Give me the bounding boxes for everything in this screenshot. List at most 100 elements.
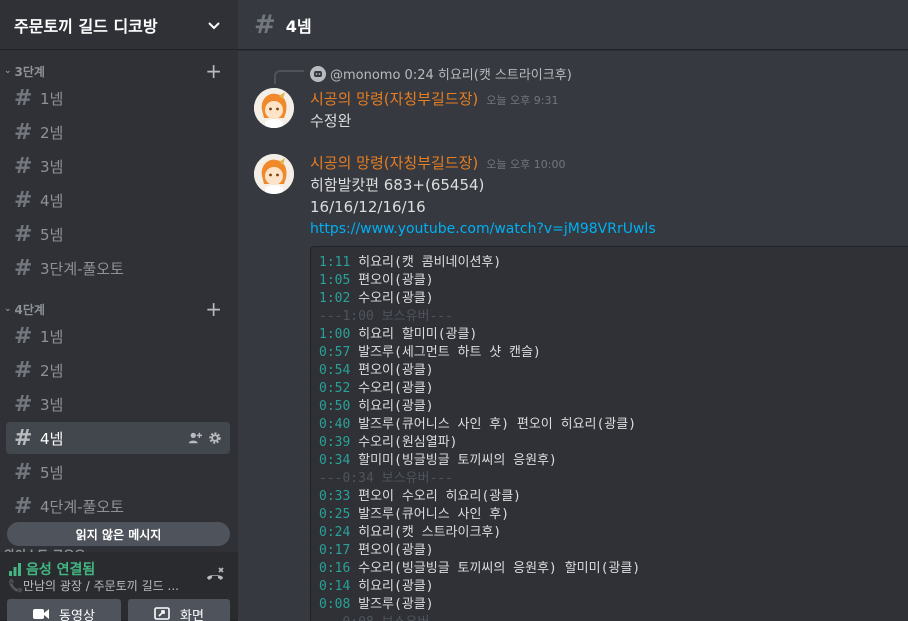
code-time: 0:57 bbox=[319, 345, 351, 360]
message-text: 히함발캇편 683+(65454) bbox=[310, 176, 485, 194]
channel-header: # 4넴 bbox=[238, 0, 908, 50]
phone-icon: 📞 bbox=[8, 579, 23, 593]
channel-item[interactable]: #3단계-풀오토 bbox=[6, 252, 230, 284]
code-text: 히요리(광클) bbox=[350, 579, 434, 594]
guild-name: 주문토끼 길드 디코방 bbox=[14, 16, 158, 36]
category-header[interactable]: ⌄ 4단계 + bbox=[0, 298, 238, 320]
text-channel-icon: # bbox=[14, 187, 33, 213]
text-channel-icon: # bbox=[14, 153, 33, 179]
code-time: 0:39 bbox=[319, 435, 351, 450]
avatar[interactable] bbox=[254, 154, 294, 194]
discord-logo-icon bbox=[310, 65, 326, 82]
avatar[interactable] bbox=[254, 88, 294, 128]
channel-item[interactable]: #2넴 bbox=[6, 354, 230, 386]
username[interactable]: 시공의 망령(자칭부길드장) bbox=[310, 152, 478, 173]
unread-messages-button[interactable]: 읽지 않은 메시지 bbox=[7, 522, 230, 546]
code-text: 편오이(광클) bbox=[350, 273, 434, 288]
channel-label: 4단계-풀오토 bbox=[40, 497, 124, 516]
text-channel-icon: # bbox=[254, 9, 276, 40]
voice-connection-panel: 음성 연결됨 📞만남의 광장 / 주문토끼 길드 ... 동영상 화면 bbox=[0, 552, 238, 621]
channel-item[interactable]: #4넴 bbox=[6, 184, 230, 216]
code-line: 0:39 수오리(원심열파) bbox=[319, 434, 908, 452]
code-time: 0:33 bbox=[319, 489, 351, 504]
code-line: 0:17 편오이(광클) bbox=[319, 542, 908, 560]
guild-header[interactable]: 주문토끼 길드 디코방 bbox=[0, 0, 238, 50]
code-time: 0:24 bbox=[319, 525, 351, 540]
channel-label: 3단계-풀오토 bbox=[40, 259, 124, 278]
voice-status-text: 음성 연결됨 bbox=[26, 562, 96, 578]
channel-item[interactable]: #5넴 bbox=[6, 218, 230, 250]
signal-bars-icon bbox=[9, 563, 21, 576]
voice-status[interactable]: 음성 연결됨 bbox=[8, 559, 95, 579]
video-button-label: 동영상 bbox=[59, 608, 95, 621]
code-text: 히요리(캣 콤비네이션후) bbox=[350, 255, 502, 270]
channel-item[interactable]: #3넴 bbox=[6, 150, 230, 182]
gear-icon[interactable] bbox=[208, 431, 222, 445]
code-text: 수오리(원심열파) bbox=[350, 435, 458, 450]
code-text: 발즈루(큐어니스 사인 후) 편오이 히요리(광클) bbox=[350, 417, 637, 432]
channel-label: 4넴 bbox=[40, 191, 64, 210]
code-text: 발즈루(광클) bbox=[350, 597, 434, 612]
channel-label: 5넴 bbox=[40, 225, 64, 244]
reply-text: @monomo 0:24 히요리(캣 스트라이크후) bbox=[330, 68, 572, 83]
screen-button-label: 화면 bbox=[180, 608, 204, 621]
code-time: 1:11 bbox=[319, 255, 351, 270]
username[interactable]: 시공의 망령(자칭부길드장) bbox=[310, 88, 478, 109]
add-channel-icon[interactable]: + bbox=[205, 299, 222, 319]
youtube-link[interactable]: https://www.youtube.com/watch?v=jM98VRrU… bbox=[310, 218, 656, 240]
code-line: 0:57 발즈루(세그먼트 하트 샷 캔슬) bbox=[319, 344, 908, 362]
chevron-down-icon bbox=[208, 21, 220, 29]
channel-item[interactable]: #4단계-풀오토 bbox=[6, 490, 230, 522]
code-line: 1:00 히요리 할미미(광클) bbox=[319, 326, 908, 344]
channel-item[interactable]: #5넴 bbox=[6, 456, 230, 488]
channel-item[interactable]: #1넴 bbox=[6, 320, 230, 352]
code-separator-line: ---1:00 보스유버--- bbox=[319, 309, 453, 324]
timestamp: 오늘 오후 9:31 bbox=[486, 94, 559, 107]
message-text: 16/16/12/16/16 bbox=[310, 198, 426, 216]
text-channel-icon: # bbox=[14, 425, 33, 451]
channel-label: 3넴 bbox=[40, 157, 64, 176]
code-line: 0:40 발즈루(큐어니스 사인 후) 편오이 히요리(광클) bbox=[319, 416, 908, 434]
channel-label: 1넴 bbox=[40, 89, 64, 108]
channel-sidebar: 주문토끼 길드 디코방 ⌄ 3단계 + #1넴 #2넴 #3넴 #4넴 #5넴 #… bbox=[0, 0, 238, 621]
code-time: 0:14 bbox=[319, 579, 351, 594]
screen-share-button[interactable]: 화면 bbox=[128, 599, 230, 621]
text-channel-icon: # bbox=[14, 391, 33, 417]
category-header[interactable]: ⌄ 3단계 + bbox=[0, 60, 238, 82]
code-text: 편오이(광클) bbox=[350, 543, 434, 558]
reply-reference[interactable]: @monomo 0:24 히요리(캣 스트라이크후) bbox=[310, 64, 572, 83]
code-line: 1:11 히요리(캣 콤비네이션후) bbox=[319, 254, 908, 272]
code-line: 0:33 편오이 수오리 히요리(광클) bbox=[319, 488, 908, 506]
code-time: 0:17 bbox=[319, 543, 351, 558]
collapse-arrow-icon: ⌄ bbox=[4, 66, 12, 76]
code-time: 0:25 bbox=[319, 507, 351, 522]
code-line: 0:34 할미미(빙글빙글 토끼씨의 응원후) bbox=[319, 452, 908, 470]
code-line: 0:50 히요리(광클) bbox=[319, 398, 908, 416]
channel-item[interactable]: #1넴 bbox=[6, 82, 230, 114]
disconnect-call-icon[interactable] bbox=[204, 565, 226, 587]
code-text: 히요리(캣 스트라이크후) bbox=[350, 525, 502, 540]
code-time: 0:54 bbox=[319, 363, 351, 378]
channel-label: 3넴 bbox=[40, 395, 64, 414]
code-line: 0:16 수오리(빙글빙글 토끼씨의 응원후) 할미미(광클) bbox=[319, 560, 908, 578]
code-time: 0:16 bbox=[319, 561, 351, 576]
text-channel-icon: # bbox=[14, 85, 33, 111]
code-time: 0:50 bbox=[319, 399, 351, 414]
text-channel-icon: # bbox=[14, 493, 33, 519]
voice-location[interactable]: 📞만남의 광장 / 주문토끼 길드 ... bbox=[8, 577, 194, 594]
code-text: 히요리 할미미(광클) bbox=[350, 327, 478, 342]
channel-item[interactable]: #2넴 bbox=[6, 116, 230, 148]
channel-item-active[interactable]: #4넴 bbox=[6, 422, 230, 454]
reply-connector bbox=[274, 70, 304, 84]
code-separator-line: ---0:34 보스유버--- bbox=[319, 471, 453, 486]
code-line: 0:14 히요리(광클) bbox=[319, 578, 908, 596]
channel-item[interactable]: #3넴 bbox=[6, 388, 230, 420]
text-channel-icon: # bbox=[14, 221, 33, 247]
invite-user-icon[interactable] bbox=[188, 431, 202, 445]
code-time: 1:05 bbox=[319, 273, 351, 288]
code-text: 할미미(빙글빙글 토끼씨의 응원후) bbox=[350, 453, 557, 468]
code-time: 0:52 bbox=[319, 381, 351, 396]
add-channel-icon[interactable]: + bbox=[205, 61, 222, 81]
code-text: 발즈루(큐어니스 사인 후) bbox=[350, 507, 510, 522]
video-button[interactable]: 동영상 bbox=[7, 599, 121, 621]
